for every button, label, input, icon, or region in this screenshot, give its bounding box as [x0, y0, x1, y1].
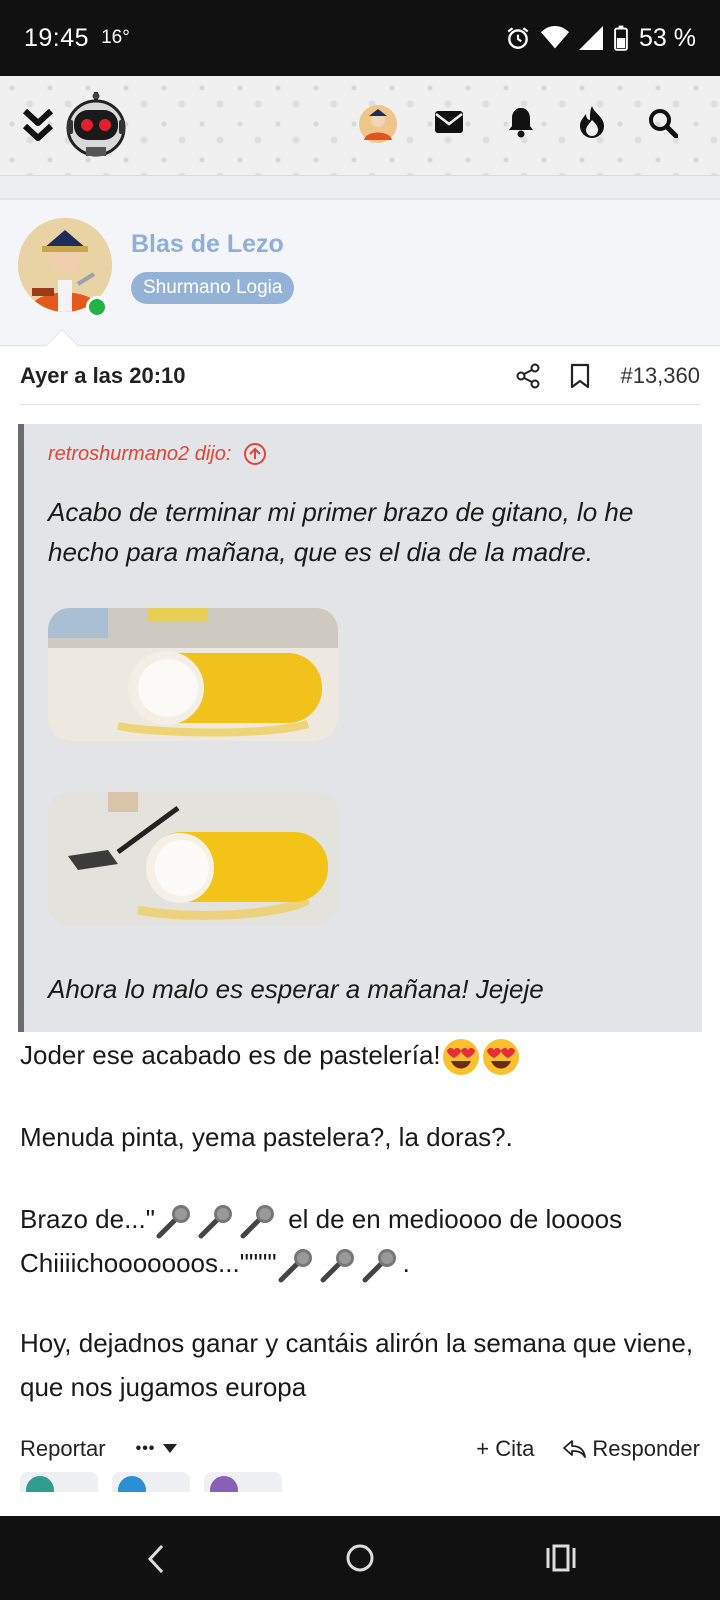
- microphone-emoji: [320, 1249, 354, 1283]
- chevrons-down-icon[interactable]: [22, 106, 54, 146]
- post-line-4: Chiiiichooooooos..."""".: [20, 1241, 700, 1285]
- post-actions: Reportar ••• + Cita Responder: [20, 1427, 700, 1471]
- status-temperature: 16°: [101, 27, 130, 48]
- bell-icon[interactable]: [508, 106, 534, 138]
- reply-button[interactable]: Responder: [562, 1436, 700, 1462]
- battery-icon: [614, 25, 628, 51]
- post-meta-row: Ayer a las 20:10 #13,360: [20, 347, 700, 405]
- envelope-icon[interactable]: [434, 110, 464, 134]
- quote-tail-text: Ahora lo malo es esperar a mañana! Jejej…: [48, 974, 544, 1004]
- status-time: 19:45: [24, 23, 90, 52]
- caret-down-icon: [163, 1444, 178, 1453]
- status-bar: 19:45 16° 53 %: [0, 0, 720, 76]
- online-status-dot: [86, 296, 108, 318]
- battery-percent: 53 %: [639, 23, 696, 52]
- quote-author[interactable]: retroshurmano2 dijo:: [48, 443, 231, 466]
- post-line-1-text: Joder ese acabado es de pastelería!: [20, 1040, 441, 1070]
- fire-icon[interactable]: [578, 104, 606, 138]
- more-menu[interactable]: •••: [136, 1440, 178, 1458]
- system-nav-bar: [0, 1516, 720, 1600]
- signal-icon: [579, 26, 604, 50]
- header-divider: [0, 176, 720, 200]
- back-icon[interactable]: [146, 1544, 166, 1574]
- status-right: 53 %: [505, 24, 696, 53]
- quote-image-cake-1[interactable]: [48, 608, 338, 741]
- more-dots: •••: [135, 1440, 156, 1457]
- search-icon[interactable]: [648, 108, 678, 138]
- post-meta-actions: #13,360: [516, 363, 700, 389]
- reaction-chip[interactable]: [20, 1472, 98, 1492]
- microphone-emoji: [156, 1205, 190, 1239]
- quote-attribution[interactable]: retroshurmano2 dijo:: [48, 442, 267, 466]
- author-name[interactable]: Blas de Lezo: [131, 230, 284, 259]
- post-line-2: Menuda pinta, yema pastelera?, la doras?…: [20, 1122, 513, 1152]
- quote-block: retroshurmano2 dijo: Acabo de terminar m…: [18, 424, 702, 1032]
- reactions-strip: [20, 1472, 282, 1492]
- user-avatar[interactable]: [358, 104, 398, 144]
- robot-logo[interactable]: [64, 92, 128, 158]
- reaction-chip[interactable]: [204, 1472, 282, 1492]
- post: Ayer a las 20:10 #13,360 retroshurmano2 …: [0, 347, 720, 1517]
- home-icon[interactable]: [344, 1542, 376, 1574]
- report-link[interactable]: Reportar: [20, 1436, 106, 1462]
- post-line-1: Joder ese acabado es de pastelería!: [20, 1033, 700, 1077]
- quote-button[interactable]: + Cita: [476, 1436, 534, 1462]
- reaction-chip[interactable]: [112, 1472, 190, 1492]
- post-line-3: Brazo de..." el de en medioooo de loooos: [20, 1197, 700, 1241]
- share-icon[interactable]: [516, 363, 540, 389]
- reply-label: Responder: [592, 1436, 700, 1461]
- post-date[interactable]: Ayer a las 20:10: [20, 363, 186, 389]
- bookmark-icon[interactable]: [570, 363, 590, 389]
- alarm-icon: [507, 27, 529, 49]
- recents-icon[interactable]: [546, 1544, 576, 1572]
- heart-eyes-emoji: [442, 1039, 479, 1076]
- post-author-section: Blas de Lezo Shurmano Logia: [0, 200, 720, 346]
- wifi-icon: [541, 26, 570, 49]
- post-line-3b: el de en medioooo de loooos: [280, 1204, 623, 1234]
- post-line-5: Hoy, dejadnos ganar y cantáis alirón la …: [20, 1328, 694, 1402]
- microphone-emoji: [278, 1249, 312, 1283]
- post-line-4b: .: [402, 1248, 410, 1278]
- quote-image-cake-2[interactable]: [48, 792, 338, 925]
- heart-eyes-emoji: [482, 1039, 519, 1076]
- forum-header: [0, 76, 720, 176]
- quote-text: Acabo de terminar mi primer brazo de git…: [48, 497, 634, 567]
- post-line-3a: Brazo de...": [20, 1204, 155, 1234]
- microphone-emoji: [198, 1205, 232, 1239]
- microphone-emoji: [362, 1249, 396, 1283]
- microphone-emoji: [240, 1205, 274, 1239]
- post-line-4a: Chiiiichooooooos..."""": [20, 1248, 277, 1278]
- author-rank-badge: Shurmano Logia: [131, 272, 295, 304]
- reply-icon: [563, 1440, 587, 1458]
- arrow-up-circle-icon[interactable]: [243, 442, 267, 466]
- post-number[interactable]: #13,360: [620, 363, 700, 389]
